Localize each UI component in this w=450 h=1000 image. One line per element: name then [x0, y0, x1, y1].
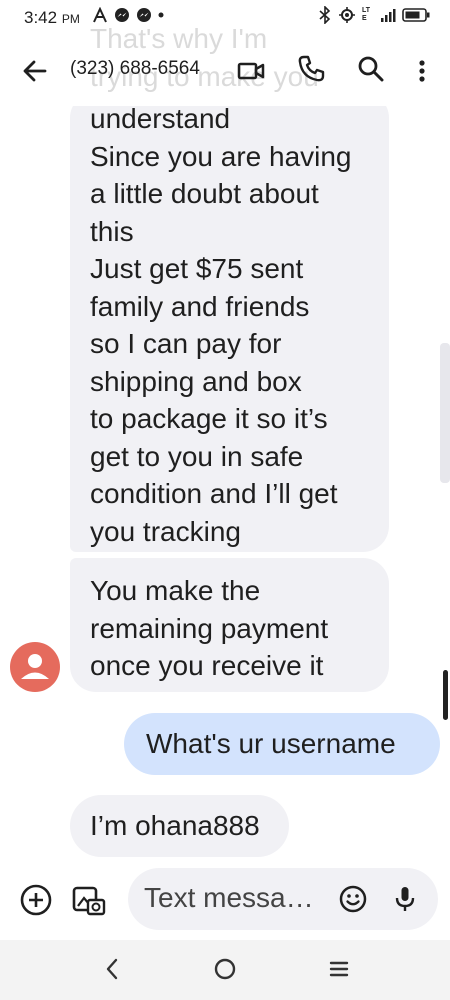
message-input-placeholder: Text messa… — [144, 882, 314, 913]
message-line: remaining payment — [90, 612, 329, 644]
add-icon — [20, 884, 52, 916]
status-time: 3:42 PM — [24, 8, 80, 28]
video-icon — [237, 62, 265, 80]
voice-input-button[interactable] — [390, 884, 420, 914]
contact-number[interactable]: (323) 688-6564 — [70, 58, 200, 80]
more-vert-icon — [419, 60, 425, 82]
status-bar: 3:42 PM LTE — [0, 0, 450, 34]
message-line: once you receive it — [90, 650, 324, 681]
message-line: this — [90, 215, 134, 247]
message-input[interactable]: Text messa… — [128, 868, 438, 930]
video-call-button[interactable] — [236, 56, 266, 86]
message-line: shipping and box — [90, 365, 302, 397]
more-options-button[interactable] — [410, 56, 434, 86]
time-ampm: PM — [61, 12, 80, 26]
emoji-button[interactable] — [338, 884, 368, 914]
conversation-header: That's why I'm trying to make you (323) … — [0, 23, 450, 106]
message-line: What's ur username — [146, 728, 396, 759]
nav-back-icon — [106, 958, 118, 980]
back-arrow-icon — [23, 60, 47, 82]
message-bubble-incoming[interactable]: You make the remaining payment once you … — [70, 558, 389, 692]
time-value: 3:42 — [24, 8, 58, 27]
system-icons: LTE — [318, 6, 430, 24]
message-bubble-incoming[interactable]: I’m ohana888 — [70, 795, 289, 857]
search-icon — [358, 56, 384, 82]
message-line: so I can pay for — [90, 328, 282, 359]
location-icon — [339, 7, 355, 23]
search-button[interactable] — [356, 54, 386, 84]
nav-home-button[interactable] — [212, 956, 238, 982]
messenger-icon — [137, 8, 151, 22]
contact-avatar[interactable] — [10, 642, 60, 692]
message-line: a little doubt about — [90, 178, 319, 209]
messenger-icon — [115, 8, 129, 22]
battery-icon — [402, 8, 430, 22]
message-line: Just get $75 sent — [90, 253, 304, 284]
gallery-button[interactable] — [70, 882, 106, 918]
lte-label: LTE — [362, 7, 371, 22]
phone-icon — [298, 55, 325, 82]
bluetooth-icon — [319, 6, 331, 24]
message-line: I’m ohana888 — [90, 810, 260, 841]
message-bubble-incoming[interactable]: understand Since you are having a little… — [70, 92, 389, 552]
message-line: family and friends — [90, 290, 310, 322]
emoji-icon — [339, 885, 367, 913]
a-icon — [93, 7, 107, 23]
message-bubble-outgoing[interactable]: What's ur username — [124, 713, 440, 775]
message-line: condition and I’ll get — [90, 478, 338, 509]
recents-icon — [329, 961, 349, 977]
attach-button[interactable] — [18, 882, 54, 918]
dot-icon — [158, 12, 164, 18]
scroll-thumb[interactable] — [443, 670, 448, 720]
message-line: to package it so it’s — [90, 403, 328, 434]
gallery-icon — [72, 886, 106, 916]
signal-icon — [381, 9, 396, 22]
notification-icons — [92, 7, 164, 23]
nav-back-button[interactable] — [100, 956, 126, 982]
message-line: You make the — [90, 575, 261, 606]
scroll-track[interactable] — [440, 343, 450, 483]
home-icon — [214, 958, 236, 980]
message-line: Since you are having — [90, 140, 352, 172]
system-navigation-bar — [0, 940, 450, 1000]
message-line: get to you in safe — [90, 440, 304, 472]
voice-call-button[interactable] — [296, 54, 326, 84]
compose-bar: Text messa… — [0, 860, 450, 940]
nav-recents-button[interactable] — [326, 956, 352, 982]
back-button[interactable] — [20, 56, 50, 86]
person-icon — [21, 654, 49, 679]
message-line: you tracking — [90, 515, 241, 547]
mic-icon — [395, 887, 415, 911]
